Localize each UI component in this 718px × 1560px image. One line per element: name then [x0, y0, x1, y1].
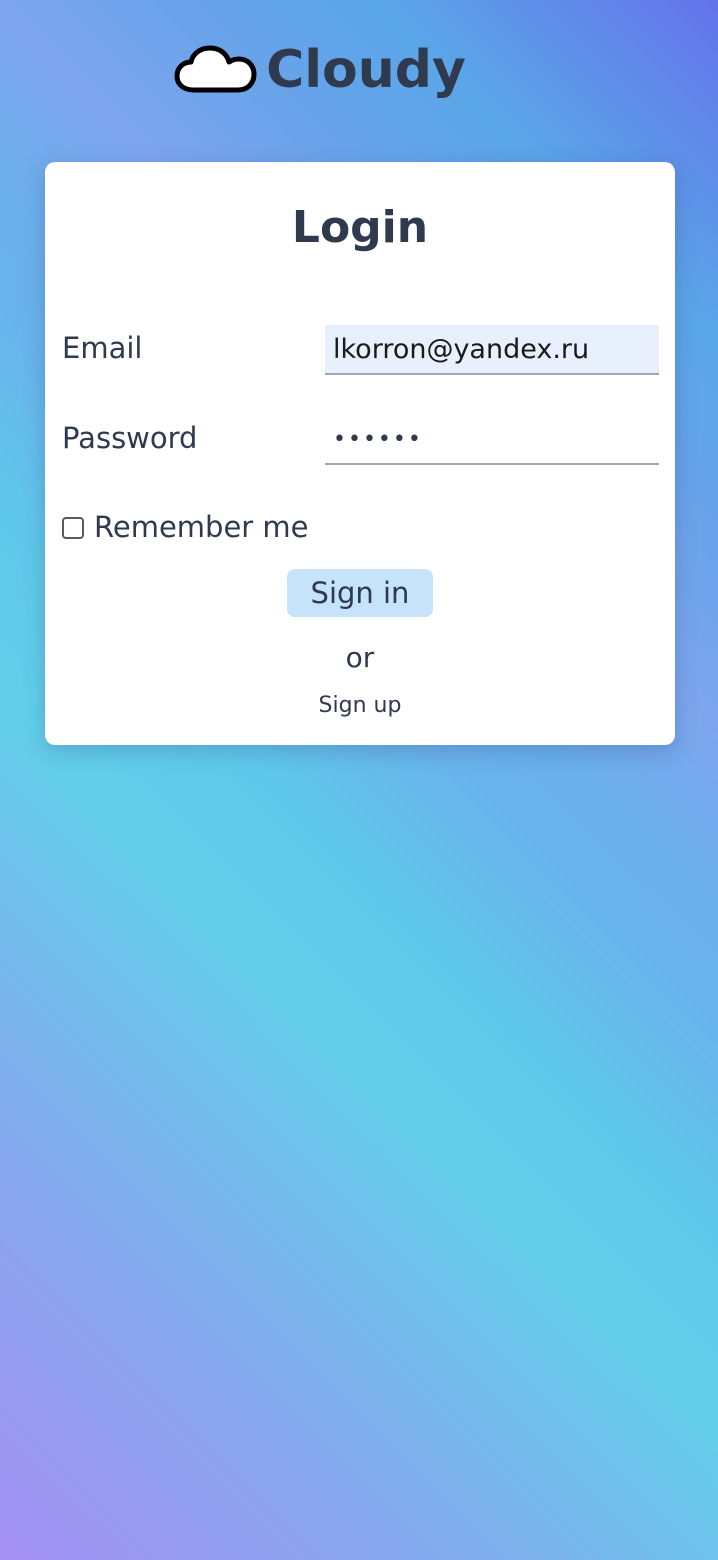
password-label: Password: [62, 421, 198, 455]
password-field[interactable]: [325, 415, 659, 465]
email-label: Email: [62, 331, 143, 365]
remember-me-row[interactable]: Remember me: [62, 513, 309, 542]
or-separator: or: [345, 641, 375, 674]
remember-me-label[interactable]: Remember me: [94, 513, 309, 542]
login-title: Login: [291, 202, 429, 253]
cloud-icon: [174, 45, 257, 93]
app-logo-text: Cloudy: [266, 40, 466, 100]
login-card: Login Email Password Remember me Sign in…: [45, 162, 675, 745]
sign-in-button[interactable]: Sign in: [287, 569, 433, 617]
sign-up-link[interactable]: Sign up: [45, 695, 675, 717]
app-header: Cloudy: [0, 32, 718, 108]
remember-me-checkbox[interactable]: [62, 516, 84, 539]
email-field[interactable]: [325, 325, 659, 375]
